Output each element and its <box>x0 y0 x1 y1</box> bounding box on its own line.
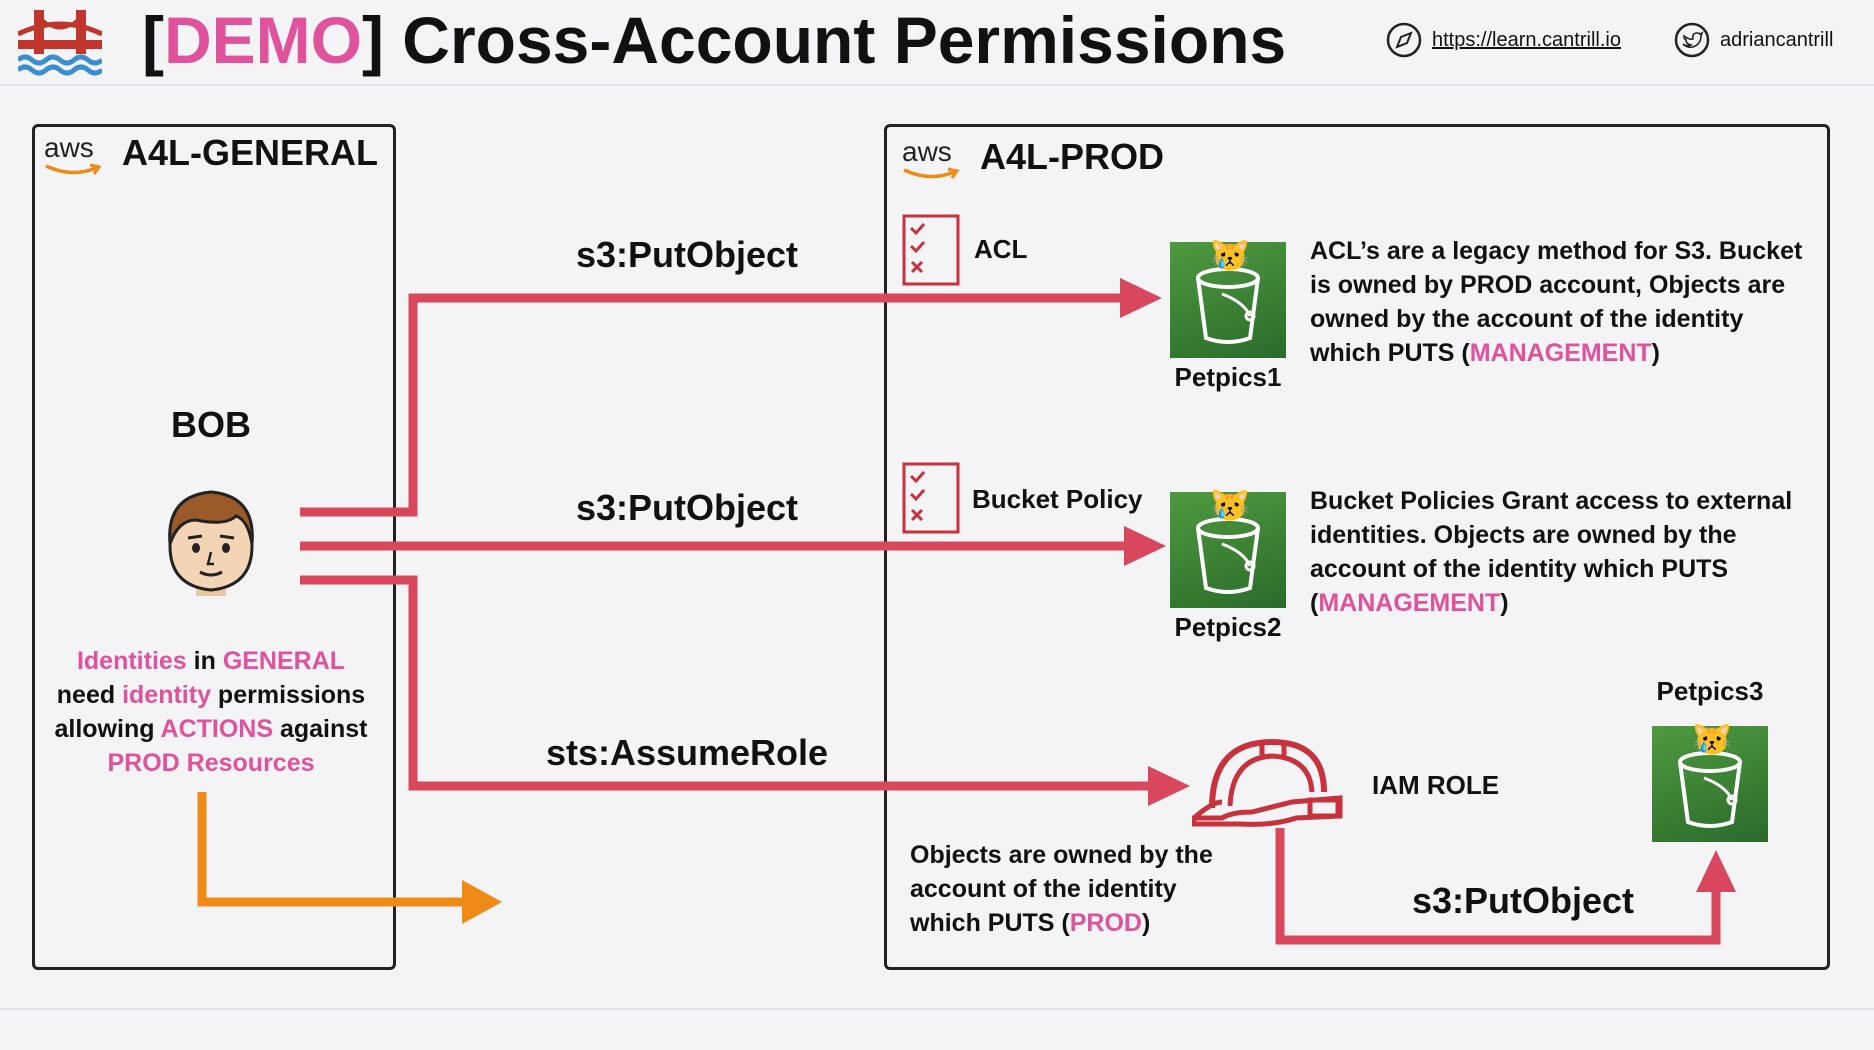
acl-label: ACL <box>974 234 1028 264</box>
bucket-policy-label: Bucket Policy <box>972 484 1143 514</box>
arrow-label-middle: s3:PutObject <box>575 487 799 528</box>
policy-checklist-icon <box>902 462 960 539</box>
cat-icon: 😿 <box>1692 721 1732 757</box>
acl-checklist-icon <box>902 214 960 291</box>
hard-hat-icon <box>1191 738 1343 827</box>
arrow-label-role-put: s3:PutObject <box>1411 880 1635 921</box>
checklist-icon <box>902 462 960 534</box>
checklist-icon <box>902 214 960 286</box>
arrow-label-bottom: sts:AssumeRole <box>545 732 829 773</box>
cat-icon: 😿 <box>1210 487 1250 523</box>
cat-icon: 😿 <box>1210 237 1250 273</box>
arrow-middle <box>300 526 1166 566</box>
arrow-label-top: s3:PutObject <box>575 234 799 275</box>
arrow-top <box>300 278 1162 517</box>
bucket-label: Petpics1 <box>1174 362 1282 392</box>
policy-description: Bucket Policies Grant access to external… <box>1310 487 1793 617</box>
footer-divider <box>0 1008 1874 1010</box>
arrow-orange <box>197 792 502 924</box>
iam-role[interactable] <box>1191 736 1348 828</box>
iam-role-label: IAM ROLE <box>1372 770 1500 800</box>
bucket-label: Petpics3 <box>1656 676 1764 706</box>
bucket-label: Petpics2 <box>1174 612 1282 642</box>
acl-description: ACL’s are a legacy method for S3. Bucket… <box>1310 237 1803 367</box>
role-description: Objects are owned by the account of the … <box>910 841 1213 937</box>
